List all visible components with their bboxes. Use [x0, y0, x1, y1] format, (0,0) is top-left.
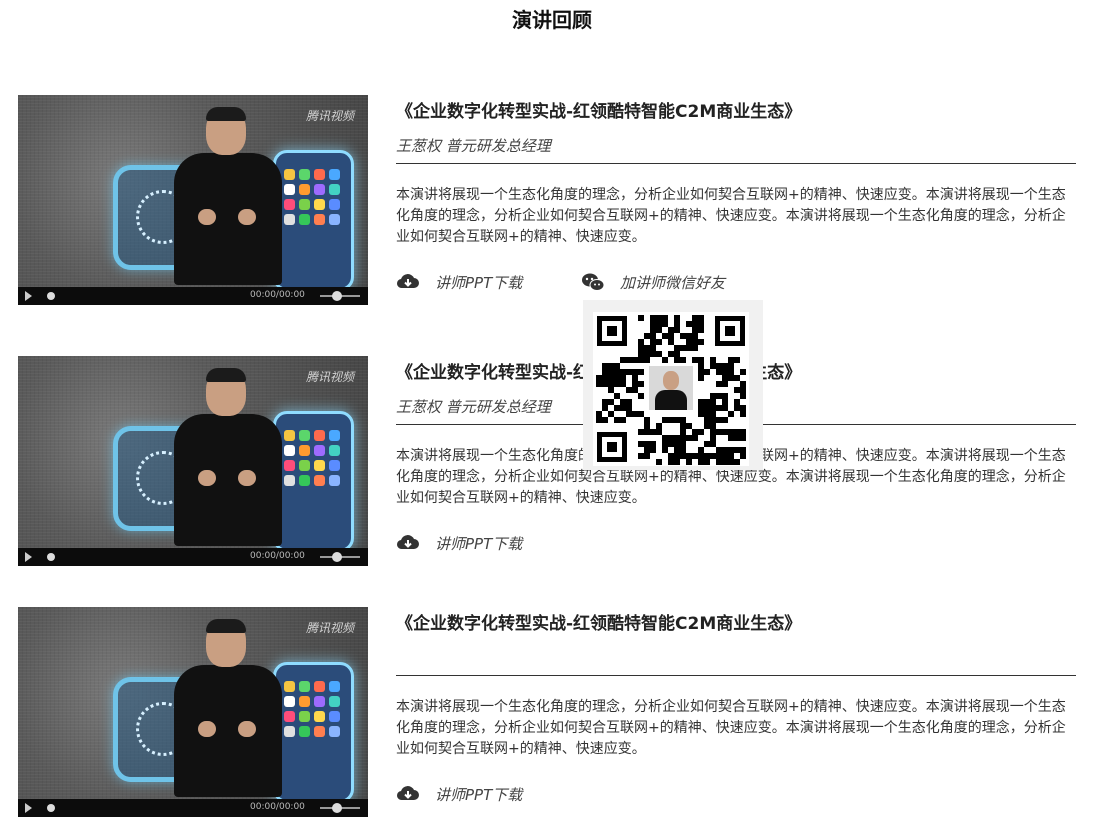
volume-icon[interactable]: [332, 803, 342, 813]
progress-handle[interactable]: [47, 804, 55, 812]
talk-info: 《企业数字化转型实战-红领酷特智能C2M商业生态》 王葱权 普元研发总经理 本演…: [396, 95, 1076, 305]
qr-module: [602, 417, 608, 423]
cloud-download-icon: [396, 535, 419, 550]
cloud-download-icon: [396, 274, 419, 289]
qr-module: [698, 375, 704, 381]
qr-finder: [597, 316, 627, 346]
ppt-download-link[interactable]: 讲师PPT下载: [396, 783, 522, 805]
qr-module: [698, 327, 704, 333]
divider: [396, 675, 1076, 676]
qr-module: [740, 435, 746, 441]
talk-item: 腾讯视频 00:00/00:00 《企业数字化转型实战-红领酷特智能C2M商业生…: [18, 356, 1078, 566]
speaker-figure: [166, 368, 291, 546]
qr-module: [728, 411, 734, 417]
add-wechat-link[interactable]: 加讲师微信好友: [581, 271, 725, 293]
talk-info: 《企业数字化转型实战-红领酷特智能C2M商业生态》 本演讲将展现一个生态化角度的…: [396, 607, 1076, 817]
qr-module: [674, 459, 680, 465]
progress-handle[interactable]: [47, 292, 55, 300]
qr-module: [698, 339, 704, 345]
qr-module: [692, 345, 698, 351]
video-player[interactable]: 腾讯视频 00:00/00:00: [18, 95, 368, 305]
video-controls: 00:00/00:00: [18, 287, 368, 305]
ppt-download-link[interactable]: 讲师PPT下载: [396, 271, 522, 293]
video-controls: 00:00/00:00: [18, 799, 368, 817]
ppt-download-link[interactable]: 讲师PPT下载: [396, 532, 522, 554]
qr-finder: [597, 432, 627, 462]
qr-module: [656, 339, 662, 345]
qr-finder: [715, 316, 745, 346]
qr-module: [722, 417, 728, 423]
qr-module: [638, 393, 644, 399]
qr-module: [704, 369, 710, 375]
qr-module: [680, 357, 686, 363]
qr-module: [740, 393, 746, 399]
cloud-download-icon: [396, 786, 419, 801]
wechat-icon: [582, 273, 605, 291]
talk-actions: 讲师PPT下载: [396, 532, 1076, 554]
qr-module: [620, 417, 626, 423]
qr-module: [638, 369, 644, 375]
qr-module: [638, 315, 644, 321]
qr-module: [692, 435, 698, 441]
qr-module: [740, 411, 746, 417]
qr-module: [662, 357, 668, 363]
qr-module: [704, 459, 710, 465]
speaker-figure: [166, 619, 291, 797]
qr-module: [644, 357, 650, 363]
speaker-name: 王葱权 普元研发总经理: [396, 137, 551, 155]
speaker-figure: [166, 107, 291, 285]
wechat-qr-code: [593, 312, 749, 466]
qr-module: [638, 381, 644, 387]
video-time: 00:00/00:00: [250, 551, 305, 561]
video-player[interactable]: 腾讯视频 00:00/00:00: [18, 607, 368, 817]
divider: [396, 163, 1076, 164]
volume-icon[interactable]: [332, 291, 342, 301]
qr-module: [644, 453, 650, 459]
qr-module: [734, 357, 740, 363]
talk-title: 《企业数字化转型实战-红领酷特智能C2M商业生态》: [396, 614, 802, 634]
ppt-download-label: 讲师PPT下载: [435, 785, 523, 804]
play-icon[interactable]: [25, 803, 32, 813]
qr-module: [650, 447, 656, 453]
play-icon[interactable]: [25, 291, 32, 301]
page-title: 演讲回顾: [512, 8, 592, 32]
talk-actions: 讲师PPT下载 加讲师微信好友: [396, 271, 1076, 293]
video-player[interactable]: 腾讯视频 00:00/00:00: [18, 356, 368, 566]
qr-module: [734, 459, 740, 465]
video-watermark: 腾讯视频: [305, 109, 354, 123]
talk-actions: 讲师PPT下载: [396, 783, 1076, 805]
volume-icon[interactable]: [332, 552, 342, 562]
video-time: 00:00/00:00: [250, 290, 305, 300]
talk-item: 腾讯视频 00:00/00:00 《企业数字化转型实战-红领酷特智能C2M商业生…: [18, 95, 1078, 305]
speaker-name: 王葱权 普元研发总经理: [396, 398, 551, 416]
add-wechat-label: 加讲师微信好友: [620, 273, 726, 292]
qr-module: [698, 429, 704, 435]
video-time: 00:00/00:00: [250, 802, 305, 812]
progress-handle[interactable]: [47, 553, 55, 561]
ppt-download-label: 讲师PPT下载: [435, 534, 523, 553]
speaker-avatar: [649, 366, 693, 410]
qr-module: [740, 453, 746, 459]
talk-description: 本演讲将展现一个生态化角度的理念，分析企业如何契合互联网+的精神、快速应变。本演…: [396, 699, 1066, 757]
qr-module: [656, 459, 662, 465]
wechat-qr-popup: [583, 300, 763, 470]
talk-description: 本演讲将展现一个生态化角度的理念，分析企业如何契合互联网+的精神、快速应变。本演…: [396, 187, 1066, 245]
ppt-download-label: 讲师PPT下载: [435, 273, 523, 292]
talk-title: 《企业数字化转型实战-红领酷特智能C2M商业生态》: [396, 102, 802, 122]
video-controls: 00:00/00:00: [18, 548, 368, 566]
qr-module: [686, 459, 692, 465]
talk-item: 腾讯视频 00:00/00:00 《企业数字化转型实战-红领酷特智能C2M商业生…: [18, 607, 1078, 817]
qr-module: [722, 381, 728, 387]
qr-module: [740, 369, 746, 375]
video-watermark: 腾讯视频: [305, 370, 354, 384]
video-watermark: 腾讯视频: [305, 621, 354, 635]
play-icon[interactable]: [25, 552, 32, 562]
